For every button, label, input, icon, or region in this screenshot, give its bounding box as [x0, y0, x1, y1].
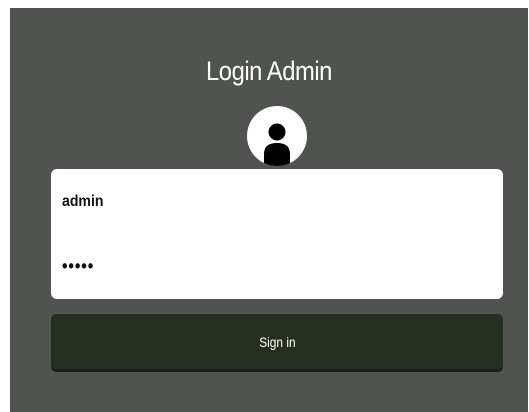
login-form-card: admin ••••• [51, 169, 503, 299]
login-panel: Login Admin admin ••••• Sign in [10, 8, 528, 412]
password-field[interactable]: ••••• [62, 256, 432, 278]
username-field[interactable]: admin [62, 193, 432, 215]
page-title: Login Admin [206, 56, 332, 86]
sign-in-button[interactable]: Sign in [51, 314, 503, 369]
avatar [247, 106, 307, 166]
sign-in-label: Sign in [258, 333, 296, 350]
user-icon [264, 123, 290, 166]
